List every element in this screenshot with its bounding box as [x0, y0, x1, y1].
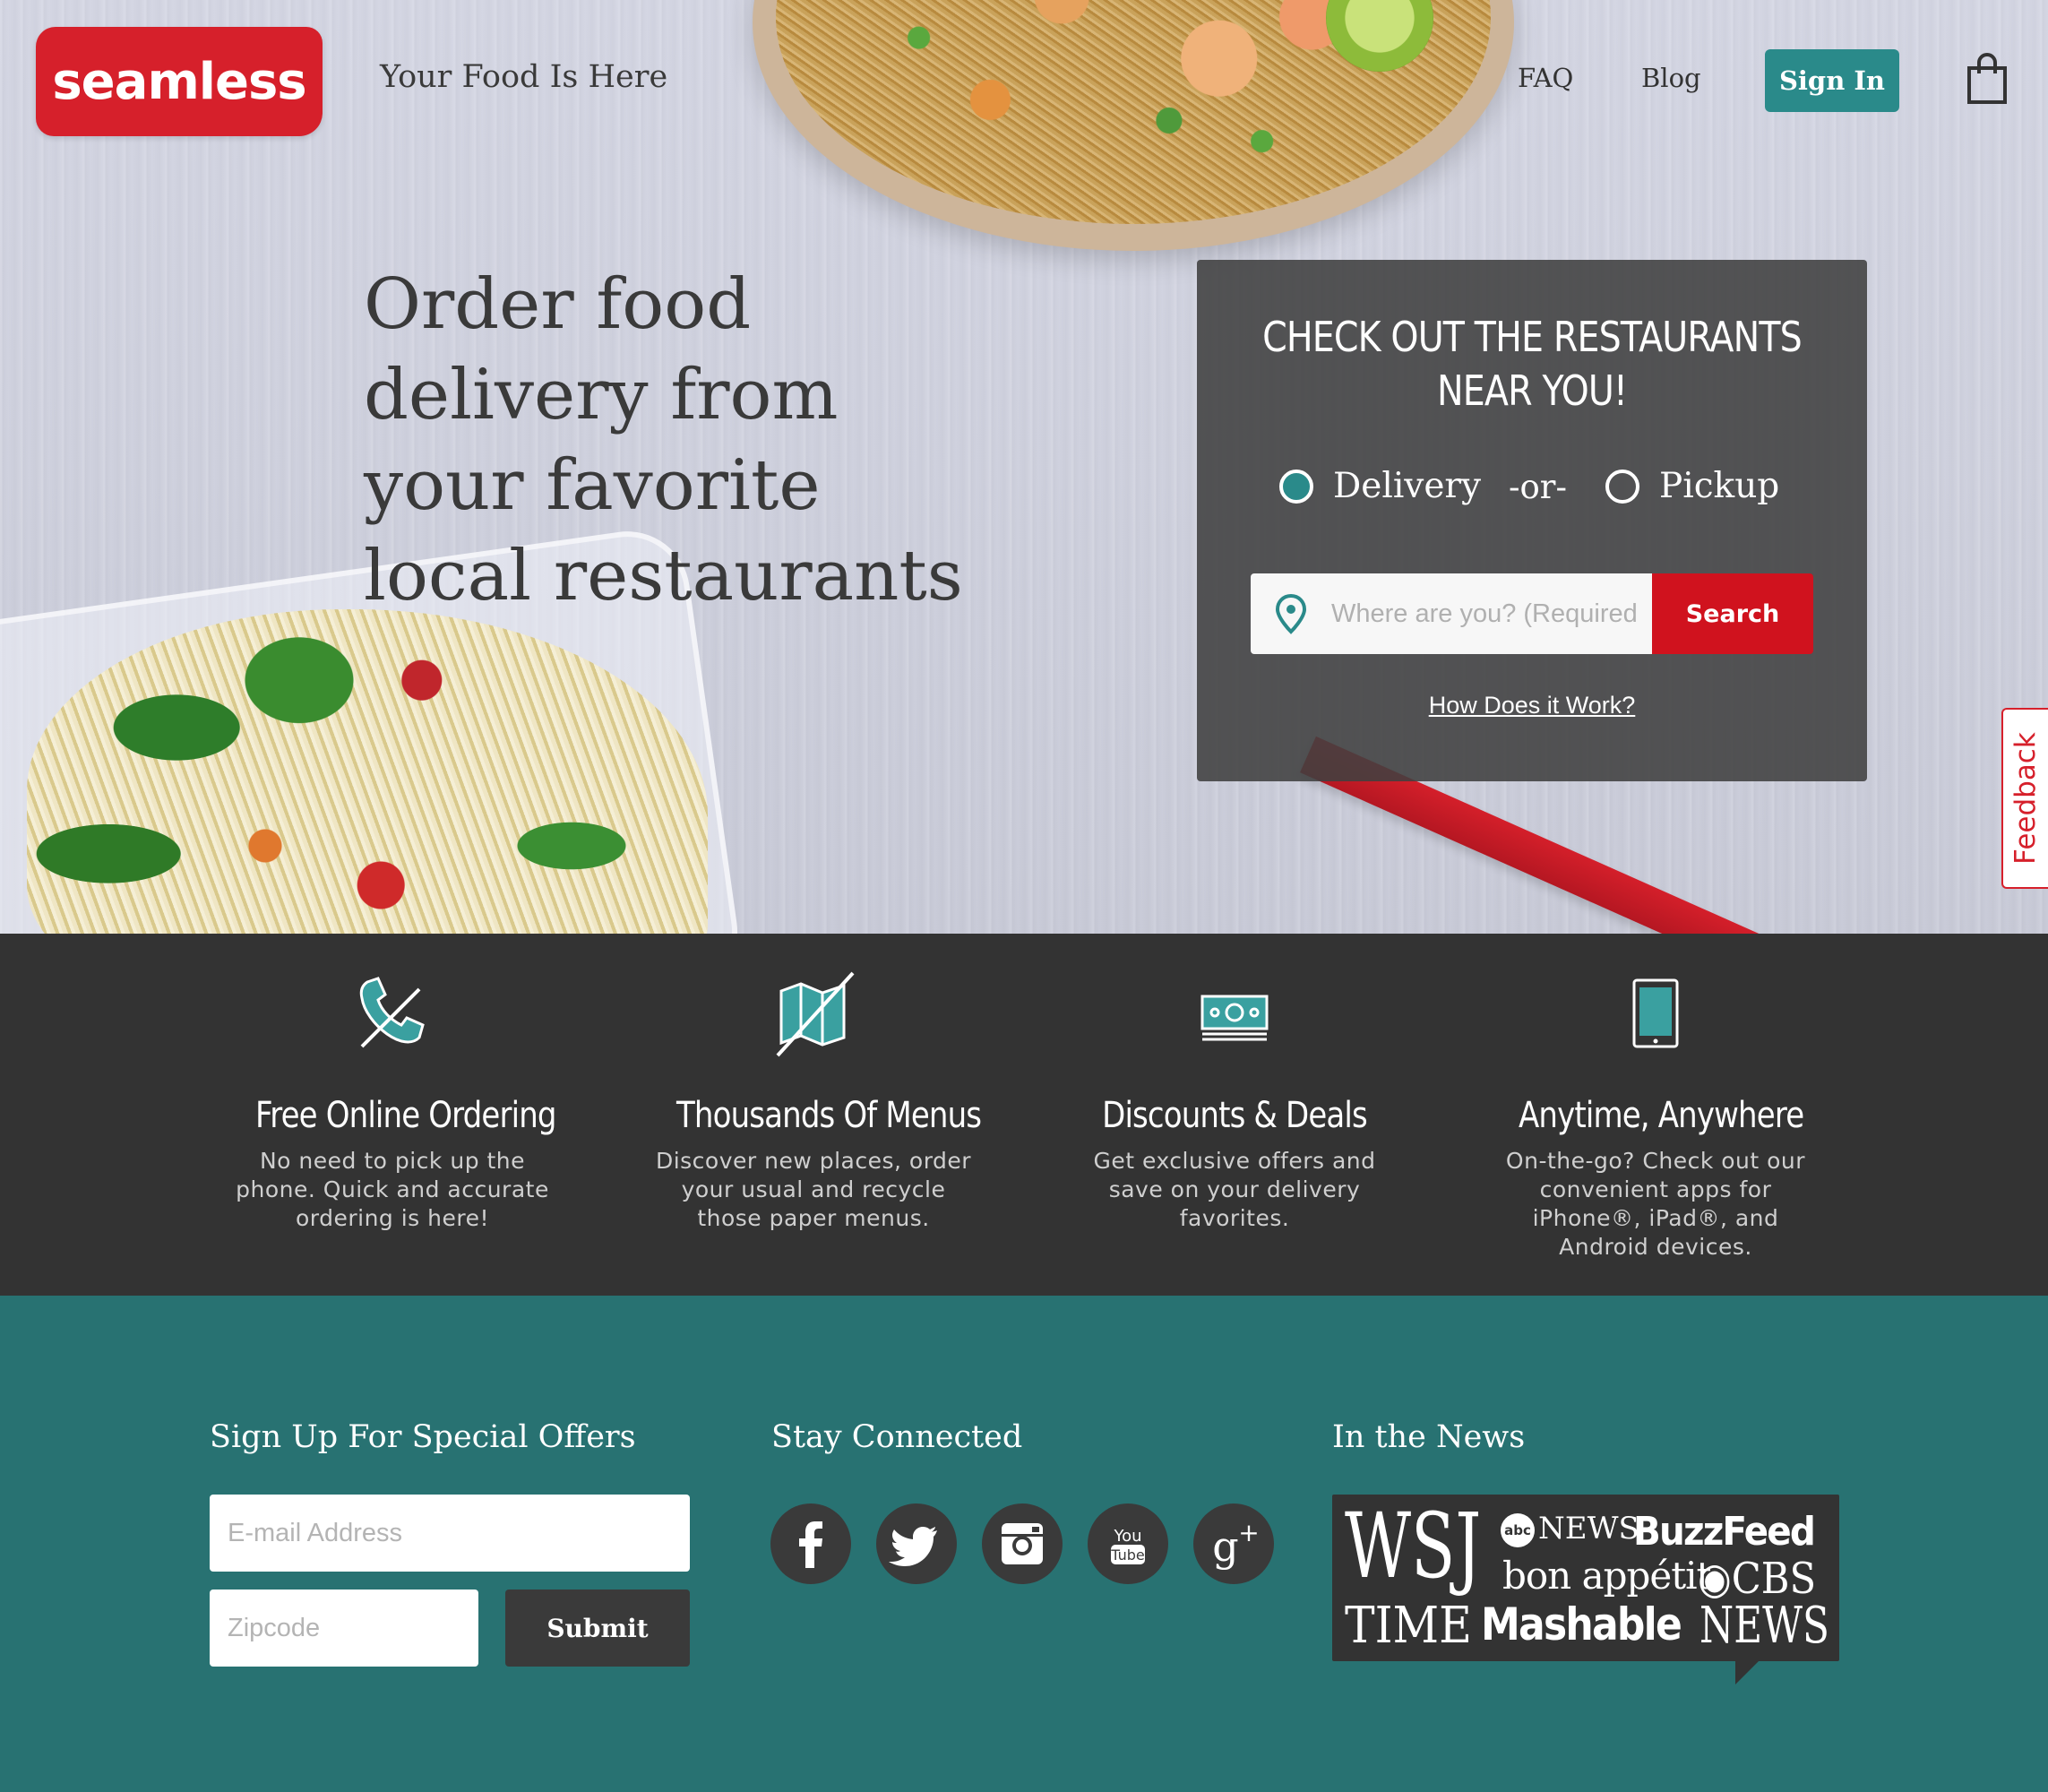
footer: Sign Up For Special Offers Stay Connecte… [0, 1296, 2048, 1792]
signup-heading: Sign Up For Special Offers [210, 1419, 636, 1455]
nav-blog-link[interactable]: Blog [1641, 63, 1701, 93]
feature-title: Discounts & Deals [1102, 1095, 1368, 1136]
feedback-label: Feedback [2009, 732, 2042, 865]
map-icon [776, 971, 855, 1057]
nav-faq-link[interactable]: FAQ [1518, 63, 1573, 93]
panel-title: CHECK OUT THE RESTAURANTS NEAR YOU! [1243, 310, 1820, 418]
logo-text: seamless [52, 52, 306, 111]
delivery-radio-button[interactable] [1279, 469, 1313, 504]
features-band: Free Online Ordering No need to pick up … [0, 934, 2048, 1296]
zipcode-field[interactable] [210, 1590, 478, 1667]
restaurant-search-panel: CHECK OUT THE RESTAURANTS NEAR YOU! Deli… [1197, 260, 1867, 781]
svg-text:+: + [1238, 1518, 1259, 1547]
feedback-tab[interactable]: Feedback [2001, 708, 2048, 889]
feature-thousands-of-menus: Thousands Of Menus Discover new places, … [652, 969, 982, 1233]
facebook-icon[interactable] [770, 1503, 851, 1584]
wsj-logo: WSJ [1345, 1494, 1482, 1598]
email-field[interactable] [210, 1495, 690, 1572]
feature-text: No need to pick up the phone. Quick and … [236, 1148, 549, 1231]
option-separator: -or- [1509, 468, 1567, 506]
time-logo: TIME [1345, 1597, 1472, 1655]
in-the-news-heading: In the News [1332, 1419, 1526, 1455]
mashable-logo: Mashable [1481, 1598, 1682, 1650]
bon-appetit-logo: bon appétit [1502, 1554, 1711, 1598]
location-pin-icon [1275, 593, 1307, 634]
stay-connected-heading: Stay Connected [771, 1419, 1023, 1455]
svg-text:Tube: Tube [1110, 1546, 1144, 1564]
feature-text: On-the-go? Check out our convenient apps… [1505, 1148, 1806, 1260]
svg-text:You: You [1113, 1527, 1141, 1546]
pickup-label: Pickup [1659, 466, 1780, 506]
svg-text:g: g [1212, 1522, 1238, 1571]
feature-text: Discover new places, order your usual an… [655, 1148, 972, 1231]
sign-in-button[interactable]: Sign In [1765, 49, 1899, 112]
delivery-radio-option[interactable]: Delivery [1279, 466, 1481, 506]
panel-title-line1: CHECK OUT THE RESTAURANTS [1262, 313, 1803, 361]
instagram-icon[interactable] [982, 1503, 1063, 1584]
hero-section: seamless Your Food Is Here FAQ Blog Sign… [0, 0, 2048, 934]
money-icon [1200, 995, 1269, 1041]
phone-icon [359, 977, 425, 1048]
tablet-icon [1632, 978, 1679, 1048]
feature-text: Get exclusive offers and save on your de… [1093, 1148, 1376, 1231]
shopping-bag-icon[interactable] [1966, 52, 2009, 106]
abc-logo-mark: abc [1501, 1513, 1535, 1547]
hero-headline: Order food delivery from your favorite l… [364, 264, 963, 616]
cbs-news-logo: NEWS [1699, 1597, 1829, 1655]
pickup-radio-option[interactable]: Pickup [1605, 466, 1779, 506]
buzzfeed-logo: BuzzFeed [1633, 1509, 1816, 1555]
feature-title: Free Online Ordering [255, 1095, 556, 1136]
abc-news-text: NEWS [1538, 1511, 1639, 1546]
abc-news-logo: abc NEWS [1501, 1511, 1639, 1547]
how-does-it-work-link[interactable]: How Does it Work? [1197, 692, 1867, 719]
twitter-icon[interactable] [876, 1503, 957, 1584]
in-the-news-logos: WSJ abc NEWS BuzzFeed bon appétit ◉CBS TI… [1332, 1494, 1839, 1684]
feature-title: Anytime, Anywhere [1519, 1095, 1804, 1136]
submit-button[interactable]: Submit [505, 1590, 690, 1667]
pickup-radio-button[interactable] [1605, 469, 1639, 504]
feature-discounts-deals: Discounts & Deals Get exclusive offers a… [1073, 969, 1396, 1233]
seamless-logo[interactable]: seamless [36, 27, 323, 136]
feature-title: Thousands Of Menus [676, 1095, 982, 1136]
tagline: Your Food Is Here [380, 59, 668, 95]
delivery-label: Delivery [1333, 466, 1482, 506]
youtube-icon[interactable]: You Tube [1088, 1503, 1168, 1584]
feature-anytime-anywhere: Anytime, Anywhere On-the-go? Check out o… [1494, 969, 1817, 1262]
search-button[interactable]: Search [1652, 573, 1813, 654]
google-plus-icon[interactable]: g + [1193, 1503, 1274, 1584]
address-search-box [1251, 573, 1652, 654]
address-input[interactable] [1331, 573, 1636, 654]
panel-title-line2: NEAR YOU! [1437, 366, 1628, 415]
feature-free-online-ordering: Free Online Ordering No need to pick up … [231, 969, 556, 1233]
